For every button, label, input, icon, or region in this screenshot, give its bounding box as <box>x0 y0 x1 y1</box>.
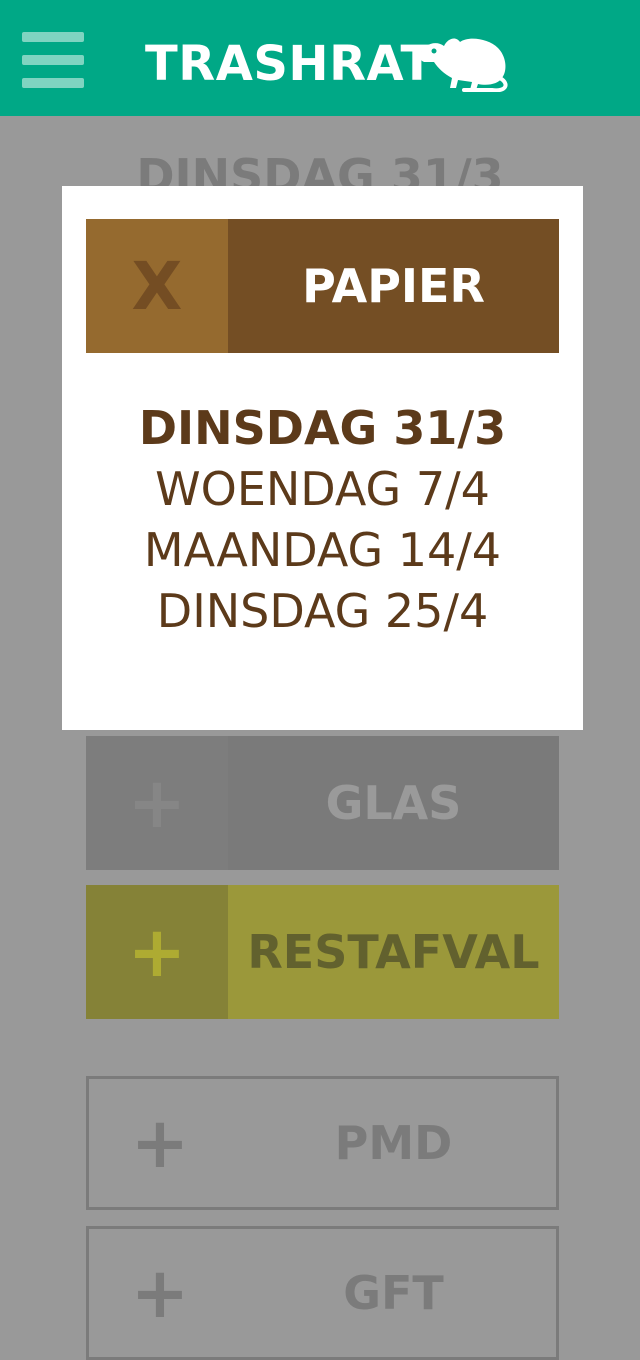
rat-icon <box>419 38 508 92</box>
plus-icon: + <box>127 911 187 993</box>
category-row-glas: + GLAS <box>86 736 559 870</box>
expand-restafval-button[interactable]: + <box>86 885 228 1019</box>
modal-title: PAPIER <box>228 219 559 353</box>
pickup-date-next: DINSDAG 31/3 <box>138 401 507 455</box>
category-row-restafval: + RESTAFVAL <box>86 885 559 1019</box>
plus-icon: + <box>130 1252 190 1334</box>
modal-header: X PAPIER <box>86 219 559 353</box>
pickup-date: WOENDAG 7/4 <box>155 462 490 516</box>
pickup-date: DINSDAG 25/4 <box>156 584 489 638</box>
expand-glas-button[interactable]: + <box>86 736 228 870</box>
hamburger-icon[interactable] <box>22 32 84 88</box>
category-label-pmd[interactable]: PMD <box>231 1079 556 1207</box>
pickup-date: MAANDAG 14/4 <box>143 523 502 577</box>
category-label-glas[interactable]: GLAS <box>228 736 559 870</box>
app-title: TRASHRAT <box>145 36 434 92</box>
category-row-pmd: + PMD <box>86 1076 559 1210</box>
close-icon: X <box>131 247 183 325</box>
category-label-gft[interactable]: GFT <box>231 1229 556 1357</box>
top-bar: TRASHRAT <box>0 0 640 116</box>
close-modal-button[interactable]: X <box>86 219 228 353</box>
plus-icon: + <box>130 1102 190 1184</box>
category-row-gft: + GFT <box>86 1226 559 1360</box>
plus-icon: + <box>127 762 187 844</box>
pickup-date-list: DINSDAG 31/3 WOENDAG 7/4 MAANDAG 14/4 DI… <box>62 398 583 642</box>
expand-gft-button[interactable]: + <box>89 1229 231 1357</box>
pickup-dates-modal: X PAPIER DINSDAG 31/3 WOENDAG 7/4 MAANDA… <box>62 186 583 730</box>
expand-pmd-button[interactable]: + <box>89 1079 231 1207</box>
category-label-restafval[interactable]: RESTAFVAL <box>228 885 559 1019</box>
